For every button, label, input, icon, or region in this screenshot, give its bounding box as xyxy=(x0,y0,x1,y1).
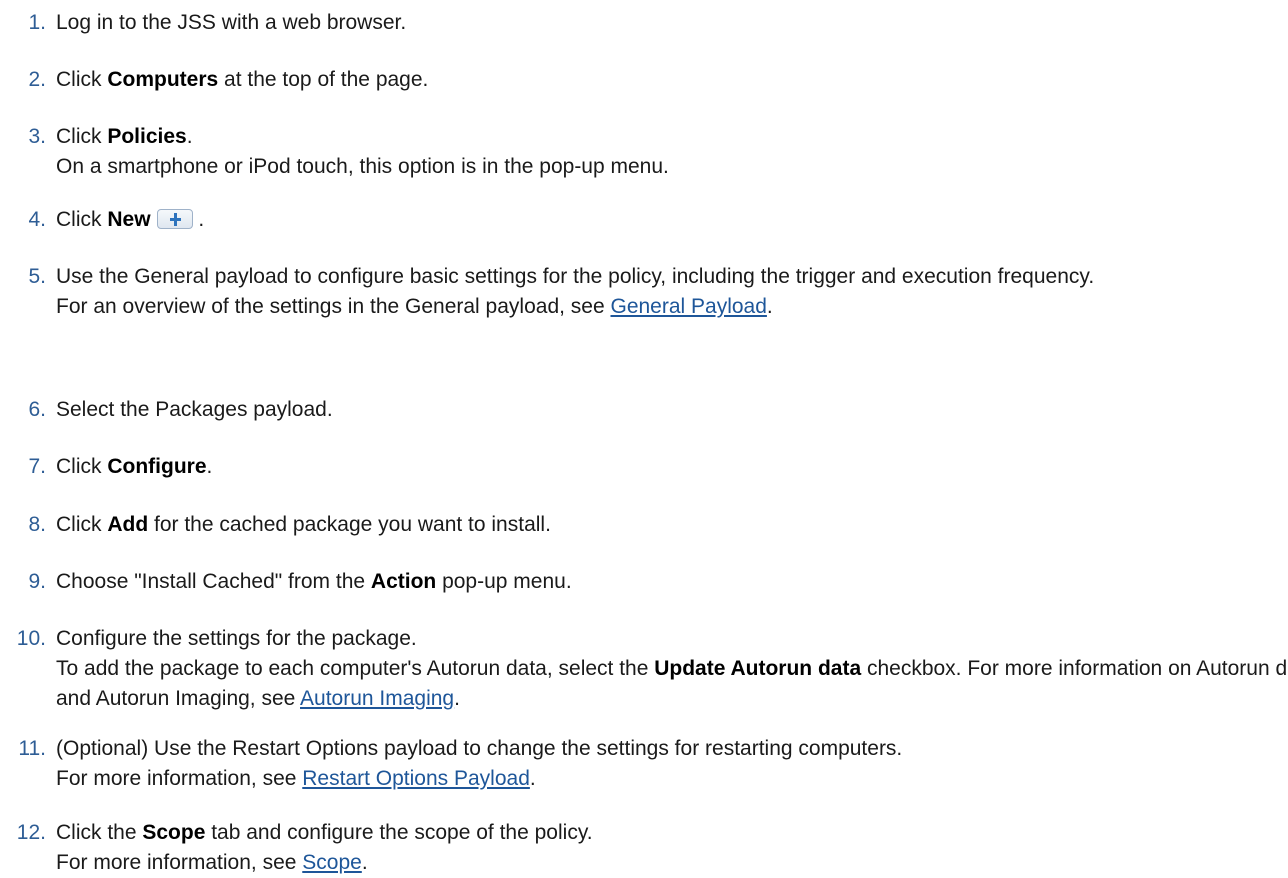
link-general-payload[interactable]: General Payload xyxy=(610,295,766,318)
ui-term-computers: Computers xyxy=(107,68,219,91)
step-text: Click xyxy=(56,513,108,536)
step-number: 7. xyxy=(28,455,46,478)
step-instruction: Click Policies. xyxy=(56,122,1288,152)
step-instruction: Log in to the JSS with a web browser. xyxy=(56,8,1288,38)
step-text: at the top of the page. xyxy=(218,68,429,91)
step-item: 1. Log in to the JSS with a web browser. xyxy=(0,8,1288,38)
step-text: On a smartphone or iPod touch, this opti… xyxy=(56,155,669,178)
step-instruction: Click New . xyxy=(56,205,1288,235)
step-text: Choose "Install Cached" from the xyxy=(56,570,371,593)
step-text: pop-up menu. xyxy=(436,570,572,593)
step-number: 2. xyxy=(28,68,46,91)
step-text: Click xyxy=(56,455,108,478)
step-number: 3. xyxy=(28,125,46,148)
step-number: 5. xyxy=(28,265,46,288)
step-number: 12. xyxy=(16,821,46,844)
step-instruction: Choose "Install Cached" from the Action … xyxy=(56,567,1288,597)
step-text: Click the xyxy=(56,821,143,844)
ui-term-add: Add xyxy=(107,513,149,536)
ui-term-new: New xyxy=(107,208,151,231)
step-note: For an overview of the settings in the G… xyxy=(56,292,1288,322)
step-text: for the cached package you want to insta… xyxy=(148,513,551,536)
link-autorun-imaging[interactable]: Autorun Imaging xyxy=(300,687,454,710)
ui-term-action: Action xyxy=(370,570,437,593)
step-item: 9. Choose "Install Cached" from the Actio… xyxy=(0,567,1288,597)
step-number: 11. xyxy=(18,737,46,760)
step-text: Configure the settings for the package. xyxy=(56,627,417,650)
step-text: . xyxy=(766,295,773,318)
step-item: 4. Click New . xyxy=(0,205,1288,235)
new-plus-button-icon xyxy=(156,209,193,229)
step-item: 7. Click Configure. xyxy=(0,452,1288,482)
step-instruction: Click Computers at the top of the page. xyxy=(56,65,1288,95)
step-text: Log in to the JSS with a web browser. xyxy=(56,11,407,34)
step-item: 12. Click the Scope tab and configure the… xyxy=(0,818,1288,878)
step-note: For more information, see Scope. xyxy=(56,848,1288,878)
step-number: 6. xyxy=(28,398,46,421)
step-number: 9. xyxy=(28,570,46,593)
step-item: 3. Click Policies. On a smartphone or iPod… xyxy=(0,122,1288,182)
step-text: . xyxy=(192,208,205,231)
step-instruction: Click Add for the cached package you wan… xyxy=(56,510,1288,540)
step-number: 1. xyxy=(28,11,46,34)
step-text: For more information, see xyxy=(56,851,303,874)
step-item: 6. Select the Packages payload. xyxy=(0,395,1288,425)
step-instruction: Configure the settings for the package. xyxy=(56,624,1288,654)
step-instruction: Click the Scope tab and configure the sc… xyxy=(56,818,1288,848)
step-text: For more information, see xyxy=(56,767,303,790)
link-scope[interactable]: Scope xyxy=(302,851,362,874)
step-number: 8. xyxy=(28,513,46,536)
step-text: Use the General payload to configure bas… xyxy=(56,265,1095,288)
step-text: For an overview of the settings in the G… xyxy=(56,295,611,318)
step-text: To add the package to each computer's Au… xyxy=(56,657,655,680)
step-text: . xyxy=(186,125,193,148)
step-note: To add the package to each computer's Au… xyxy=(56,654,1288,714)
step-text: Click xyxy=(56,125,108,148)
ui-term-update-autorun-data: Update Autorun data xyxy=(654,657,862,680)
step-text: Click xyxy=(56,68,108,91)
step-item: 10. Configure the settings for the packag… xyxy=(0,624,1288,714)
step-text: . xyxy=(206,455,213,478)
step-text: Click xyxy=(56,208,108,231)
step-instruction: (Optional) Use the Restart Options paylo… xyxy=(56,734,1288,764)
step-note: On a smartphone or iPod touch, this opti… xyxy=(56,152,1288,182)
ui-term-policies: Policies xyxy=(107,125,187,148)
step-text: . xyxy=(529,767,536,790)
step-item: 8. Click Add for the cached package you w… xyxy=(0,510,1288,540)
step-instruction: Select the Packages payload. xyxy=(56,395,1288,425)
step-item: 2. Click Computers at the top of the page… xyxy=(0,65,1288,95)
step-number: 10. xyxy=(16,627,46,650)
step-instruction: Use the General payload to configure bas… xyxy=(56,262,1288,292)
step-text: (Optional) Use the Restart Options paylo… xyxy=(56,737,903,760)
step-instruction: Click Configure. xyxy=(56,452,1288,482)
step-item: 11. (Optional) Use the Restart Options pa… xyxy=(0,734,1288,794)
step-number: 4. xyxy=(28,208,46,231)
ui-term-scope: Scope xyxy=(142,821,206,844)
step-text: tab and configure the scope of the polic… xyxy=(205,821,593,844)
ui-term-configure: Configure xyxy=(107,455,207,478)
step-item: 5. Use the General payload to configure b… xyxy=(0,262,1288,322)
step-note: For more information, see Restart Option… xyxy=(56,764,1288,794)
step-text: Select the Packages payload. xyxy=(56,398,333,421)
step-text: . xyxy=(454,687,460,710)
step-text: . xyxy=(361,851,368,874)
link-restart-options-payload[interactable]: Restart Options Payload xyxy=(302,767,530,790)
